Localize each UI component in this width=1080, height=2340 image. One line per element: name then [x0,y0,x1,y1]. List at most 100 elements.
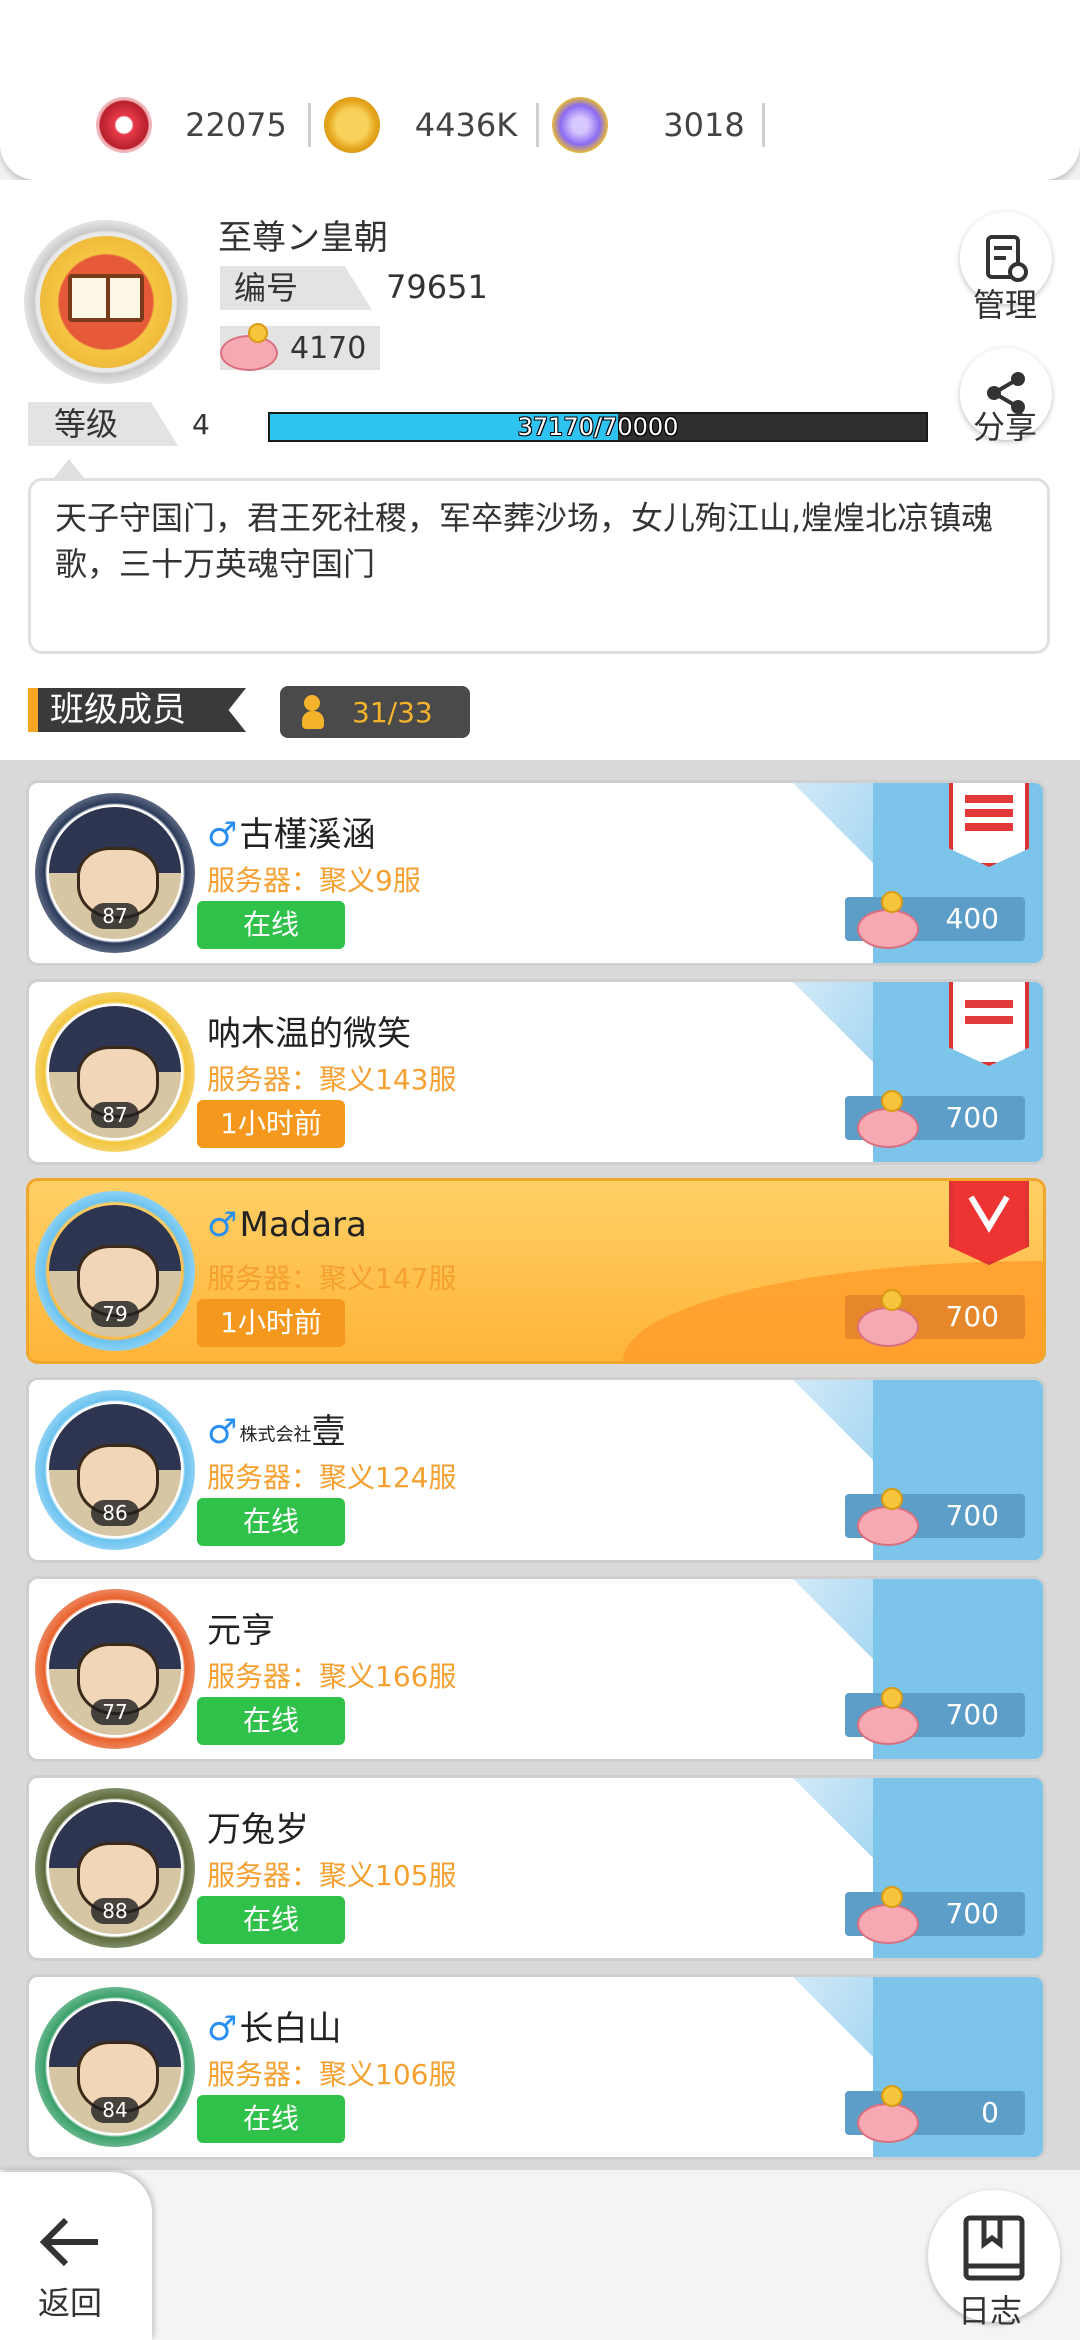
member-server: 服务器：聚义124服 [207,1461,457,1494]
member-name: 呐木温的微笑 [207,1006,411,1055]
piggy-bank-icon [857,2085,925,2145]
piggy-bank-icon [220,323,284,373]
currency-crystal-value: 3018 [663,106,745,144]
member-name-text: 长白山 [239,2009,342,2049]
gem-red-icon [96,97,152,153]
divider [762,103,765,147]
member-level: 87 [91,903,139,929]
piggy-bank-icon [857,1090,925,1150]
member-card[interactable]: 79 ♂Madara 服务器：聚义147服 1小时前 700 [26,1178,1046,1364]
share-label: 分享 [972,408,1037,446]
chevron-v-icon [968,1195,1010,1233]
member-name-prefix: 株式会社 [239,1424,312,1446]
guild-emblem [24,220,188,384]
manage-doc-gear-icon [986,235,1028,282]
member-level: 79 [91,1301,139,1327]
guild-fund: 4170 [220,323,380,373]
member-server: 服务器：聚义147服 [207,1262,457,1295]
piggy-bank-icon [857,1886,925,1946]
book-log-icon [963,2215,1025,2281]
book-icon [68,274,144,322]
member-server: 服务器：聚义9服 [207,864,421,897]
divider [308,103,311,147]
back-label: 返回 [37,2284,102,2322]
currency-gold[interactable] [324,95,380,155]
male-icon: ♂ [207,1412,238,1452]
member-name-text: 元亨 [207,1611,275,1651]
member-name: 万兔岁 [207,1802,309,1851]
member-server: 服务器：聚义105服 [207,1859,457,1892]
bottom-bar [0,2170,1080,2340]
piggy-bank-icon [857,891,925,951]
member-level: 86 [91,1500,139,1526]
guild-name: 至尊ン皇朝 [218,218,388,258]
member-status: 1小时前 [197,1100,345,1148]
member-card[interactable]: 87 呐木温的微笑 服务器：聚义143服 1小时前 700 [26,979,1046,1165]
member-count-value: 31/33 [352,695,433,729]
person-icon [302,695,324,729]
manage-label: 管理 [972,286,1037,324]
guild-level-label: 等级 [28,402,178,446]
guild-fund-value: 4170 [290,330,367,366]
member-avatar[interactable]: 87 [35,992,195,1152]
back-arrow-icon [39,2217,98,2267]
member-status: 1小时前 [197,1299,345,1347]
member-level: 87 [91,1102,139,1128]
member-name-text: 古槿溪涵 [239,815,376,855]
member-card[interactable]: 88 万兔岁 服务器：聚义105服 在线 700 [26,1775,1046,1961]
piggy-bank-icon [857,1687,925,1747]
piggy-bank-icon [857,1488,925,1548]
currency-bar: 22075 4436K 3018 [0,0,1080,180]
currency-gold-value: 4436K [414,106,518,144]
member-name: 元亨 [207,1603,275,1652]
member-count: 31/33 [280,686,470,738]
male-icon: ♂ [207,1205,238,1245]
members-section-title: 班级成员 [28,688,246,732]
member-level: 84 [91,2097,139,2123]
member-card[interactable]: 77 元亨 服务器：聚义166服 在线 700 [26,1576,1046,1762]
xp-progress-text: 37170/70000 [517,413,679,441]
member-level: 88 [91,1898,139,1924]
currency-gems[interactable] [96,95,152,155]
member-avatar[interactable]: 84 [35,1987,195,2147]
guild-level-value: 4 [192,408,210,441]
crystal-pacifier-icon [552,97,608,153]
guild-notice[interactable]: 天子守国门，君王死社稷，军卒葬沙场，女儿殉江山,煌煌北凉镇魂歌，三十万英魂守国门 [28,459,1050,654]
member-name-text: Madara [239,1205,367,1245]
member-list[interactable]: 87 ♂古槿溪涵 服务器：聚义9服 在线 400 87 呐木温的微笑 服务器：聚… [0,760,1080,2170]
member-avatar[interactable]: 86 [35,1390,195,1550]
member-status: 在线 [197,1697,345,1745]
divider [536,103,539,147]
member-avatar[interactable]: 87 [35,793,195,953]
piggy-bank-icon [857,1289,925,1349]
log-label: 日志 [957,2292,1022,2330]
rank-badge-icon [949,1181,1029,1265]
guild-profile: 至尊ン皇朝 编号 79651 4170 管理 分享 等级 4 37170/700… [0,180,1080,760]
xp-progress-bar: 37170/70000 [268,412,928,442]
member-name-text: 呐木温的微笑 [207,1014,411,1054]
male-icon: ♂ [207,815,238,855]
member-card[interactable]: 87 ♂古槿溪涵 服务器：聚义9服 在线 400 [26,780,1046,966]
member-server: 服务器：聚义106服 [207,2058,457,2091]
member-avatar[interactable]: 77 [35,1589,195,1749]
male-icon: ♂ [207,2009,238,2049]
member-name: ♂Madara [207,1205,367,1245]
member-card[interactable]: 86 ♂ 株式会社壹 服务器：聚义124服 在线 700 [26,1377,1046,1563]
gold-coin-icon [324,97,380,153]
back-button[interactable]: 返回 [0,2172,152,2340]
member-name: ♂古槿溪涵 [207,807,375,856]
member-status: 在线 [197,2095,345,2143]
member-server: 服务器：聚义143服 [207,1063,457,1096]
member-status: 在线 [197,1498,345,1546]
currency-crystal[interactable] [552,95,608,155]
guild-id-value: 79651 [386,268,488,306]
member-name-text: 万兔岁 [207,1810,309,1850]
member-avatar[interactable]: 79 [35,1191,195,1351]
member-level: 77 [91,1699,139,1725]
member-avatar[interactable]: 88 [35,1788,195,1948]
member-server: 服务器：聚义166服 [207,1660,457,1693]
member-card[interactable]: 84 ♂长白山 服务器：聚义106服 在线 0 [26,1974,1046,2160]
member-status: 在线 [197,1896,345,1944]
member-status: 在线 [197,901,345,949]
guild-id-label: 编号 [220,266,372,310]
